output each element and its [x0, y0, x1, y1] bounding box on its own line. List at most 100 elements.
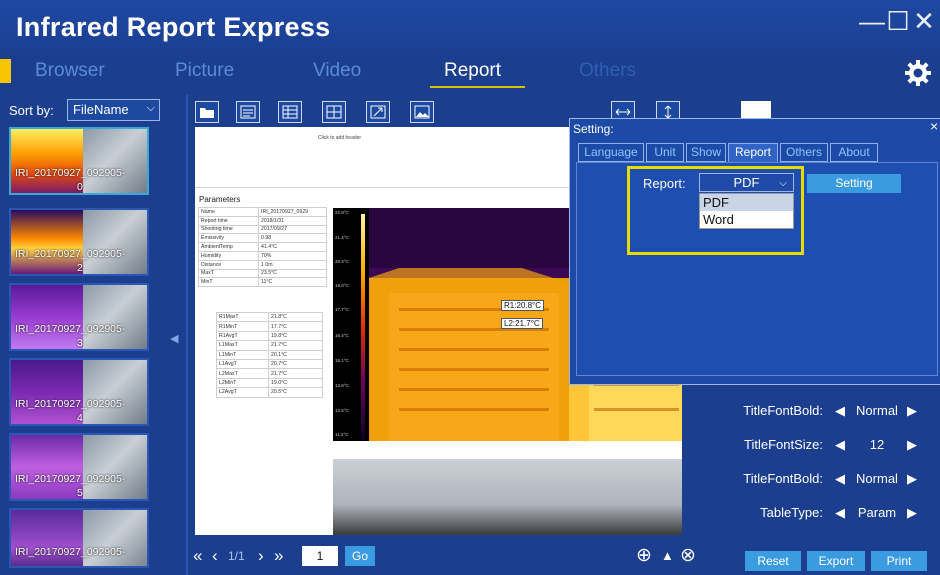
- text-box-icon[interactable]: [236, 101, 260, 123]
- table-row: Humidity 70%: [198, 250, 327, 261]
- next-page-icon[interactable]: ›: [258, 546, 264, 566]
- active-tab-underline: [430, 86, 525, 88]
- last-page-icon[interactable]: »: [274, 546, 283, 566]
- parameters-table: Name IRI_20170927_0929 Report time 2018/1/…: [198, 207, 327, 288]
- report-format-label: Report:: [643, 176, 686, 191]
- chevron-down-icon: ⌵: [146, 102, 155, 114]
- option-word[interactable]: Word: [700, 211, 793, 228]
- thumbnail-item[interactable]: IRI_20170927_092905-: [9, 508, 149, 568]
- tab-report[interactable]: Report: [444, 60, 501, 82]
- sort-label: Sort by:: [9, 103, 54, 118]
- arrow-left-icon[interactable]: ◀: [835, 505, 845, 521]
- thermal-thumbnail: [11, 435, 83, 499]
- temperature-scale: 22.9°C 21.4°C 20.3°C 19.0°C 17.7°C 16.4°…: [333, 208, 369, 441]
- thumbnail-item[interactable]: IRI_20170927_092905- 5: [9, 433, 149, 501]
- first-page-icon[interactable]: «: [193, 546, 202, 566]
- maximize-button[interactable]: ☐: [884, 6, 912, 36]
- thumbnail-item[interactable]: IRI_20170927_092905- 2: [9, 208, 149, 276]
- thumbnail-number: 3: [77, 337, 83, 349]
- thumbnail-number: 0: [77, 181, 83, 193]
- table-row: L1AvgT 20.7°C: [216, 358, 323, 370]
- photo-thumbnail: [83, 210, 147, 274]
- title-font-bold-label: TitleFontBold:: [743, 471, 823, 486]
- go-button[interactable]: Go: [345, 546, 375, 566]
- minimize-button[interactable]: —: [858, 6, 886, 36]
- title-font-size-label: TitleFontSize:: [744, 437, 823, 452]
- collapse-arrow-icon[interactable]: ◀: [170, 332, 178, 345]
- table-type-label: TableType:: [760, 505, 823, 520]
- table-row: Emissivity 0.98: [198, 233, 327, 244]
- thumbnail-caption: IRI_20170927_092905-: [15, 398, 126, 410]
- photo-thumbnail: [83, 285, 147, 349]
- sort-value: FileName: [73, 102, 129, 117]
- dialog-tab-others[interactable]: Others: [780, 143, 828, 162]
- panel-splitter[interactable]: [186, 95, 188, 575]
- thumbnail-item[interactable]: IRI_20170927_092905- 4: [9, 358, 149, 426]
- sort-select[interactable]: FileName ⌵: [67, 99, 160, 121]
- table-icon[interactable]: [278, 101, 302, 123]
- arrow-right-icon[interactable]: ▶: [907, 471, 917, 487]
- thumbnail-item[interactable]: IRI_20170927_092905- 3: [9, 283, 149, 351]
- thermal-thumbnail: [11, 360, 83, 424]
- table-row: Shooting time 2017/09/27: [198, 224, 327, 235]
- arrow-right-icon[interactable]: ▶: [907, 437, 917, 453]
- tab-others[interactable]: Others: [579, 60, 636, 82]
- grid-icon[interactable]: [322, 101, 346, 123]
- arrow-right-icon[interactable]: ▶: [907, 403, 917, 419]
- table-row: Name IRI_20170927_0929: [198, 207, 327, 217]
- tab-video[interactable]: Video: [313, 60, 361, 82]
- prev-page-icon[interactable]: ‹: [212, 546, 218, 566]
- print-button[interactable]: Print: [871, 551, 927, 571]
- arrow-left-icon[interactable]: ◀: [835, 403, 845, 419]
- export-button[interactable]: Export: [807, 551, 865, 571]
- table-row: MinT 11°C: [198, 277, 327, 288]
- gear-icon[interactable]: [903, 58, 933, 88]
- report-format-select[interactable]: PDF ⌵: [699, 173, 794, 192]
- dialog-tab-about[interactable]: About: [830, 143, 878, 162]
- zoom-reset-icon[interactable]: ⊗: [680, 544, 696, 567]
- title-font-size-value: 12: [869, 437, 885, 452]
- arrow-left-icon[interactable]: ◀: [835, 471, 845, 487]
- table-row: MaxT 23.5°C: [198, 268, 327, 279]
- tab-browser[interactable]: Browser: [35, 60, 105, 82]
- arrow-right-icon[interactable]: ▶: [907, 505, 917, 521]
- thumbnail-caption: IRI_20170927_092905-: [15, 248, 126, 260]
- folder-icon[interactable]: [195, 101, 219, 123]
- setting-button[interactable]: Setting: [807, 174, 901, 193]
- reset-button[interactable]: Reset: [745, 551, 801, 571]
- page-input[interactable]: 1: [302, 546, 338, 566]
- photo-thumbnail: [83, 129, 147, 193]
- table-row: L1MinT 20.1°C: [216, 349, 323, 360]
- scroll-up-icon[interactable]: ▲: [661, 548, 674, 563]
- dialog-tab-unit[interactable]: Unit: [646, 143, 684, 162]
- marker-r1-label: R1:20.8°C: [501, 300, 544, 311]
- image-icon[interactable]: [410, 101, 434, 123]
- thumbnail-caption: IRI_20170927_092905-: [15, 167, 126, 179]
- tab-picture[interactable]: Picture: [175, 60, 234, 82]
- table-row: Distance 1.0m: [198, 259, 327, 270]
- visual-photo[interactable]: [333, 459, 682, 535]
- table-row: AmbientTemp 41.4°C: [198, 242, 327, 252]
- table-row: R1MinT 17.7°C: [216, 321, 323, 332]
- measurement-table: R1MaxT 21.8°C R1MinT 17.7°C R1AvgT 19.8°C L…: [216, 311, 323, 398]
- close-button[interactable]: ✕: [910, 6, 938, 36]
- arrow-left-icon[interactable]: ◀: [835, 437, 845, 453]
- dialog-tab-report[interactable]: Report: [728, 143, 778, 162]
- table-type-value: Param: [857, 505, 897, 520]
- dialog-tab-language[interactable]: Language: [578, 143, 644, 162]
- thumbnail-item[interactable]: IRI_20170927_092905- 0: [9, 127, 149, 195]
- dialog-title: Setting:: [573, 122, 614, 136]
- table-row: Report time 2018/1/31: [198, 215, 327, 226]
- thumbnail-number: 2: [77, 262, 83, 274]
- option-pdf[interactable]: PDF: [700, 194, 793, 211]
- dialog-tab-show[interactable]: Show: [686, 143, 726, 162]
- arrow-icon[interactable]: [366, 101, 390, 123]
- table-row: L2MinT 19.0°C: [216, 377, 323, 389]
- report-format-value: PDF: [733, 175, 760, 190]
- page-info: 1/1: [228, 549, 245, 563]
- photo-thumbnail: [83, 510, 147, 566]
- zoom-in-icon[interactable]: ⊕: [636, 544, 652, 567]
- photo-thumbnail: [83, 360, 147, 424]
- header-hint[interactable]: Click to add header: [318, 135, 361, 141]
- dialog-close-icon[interactable]: ×: [930, 118, 938, 134]
